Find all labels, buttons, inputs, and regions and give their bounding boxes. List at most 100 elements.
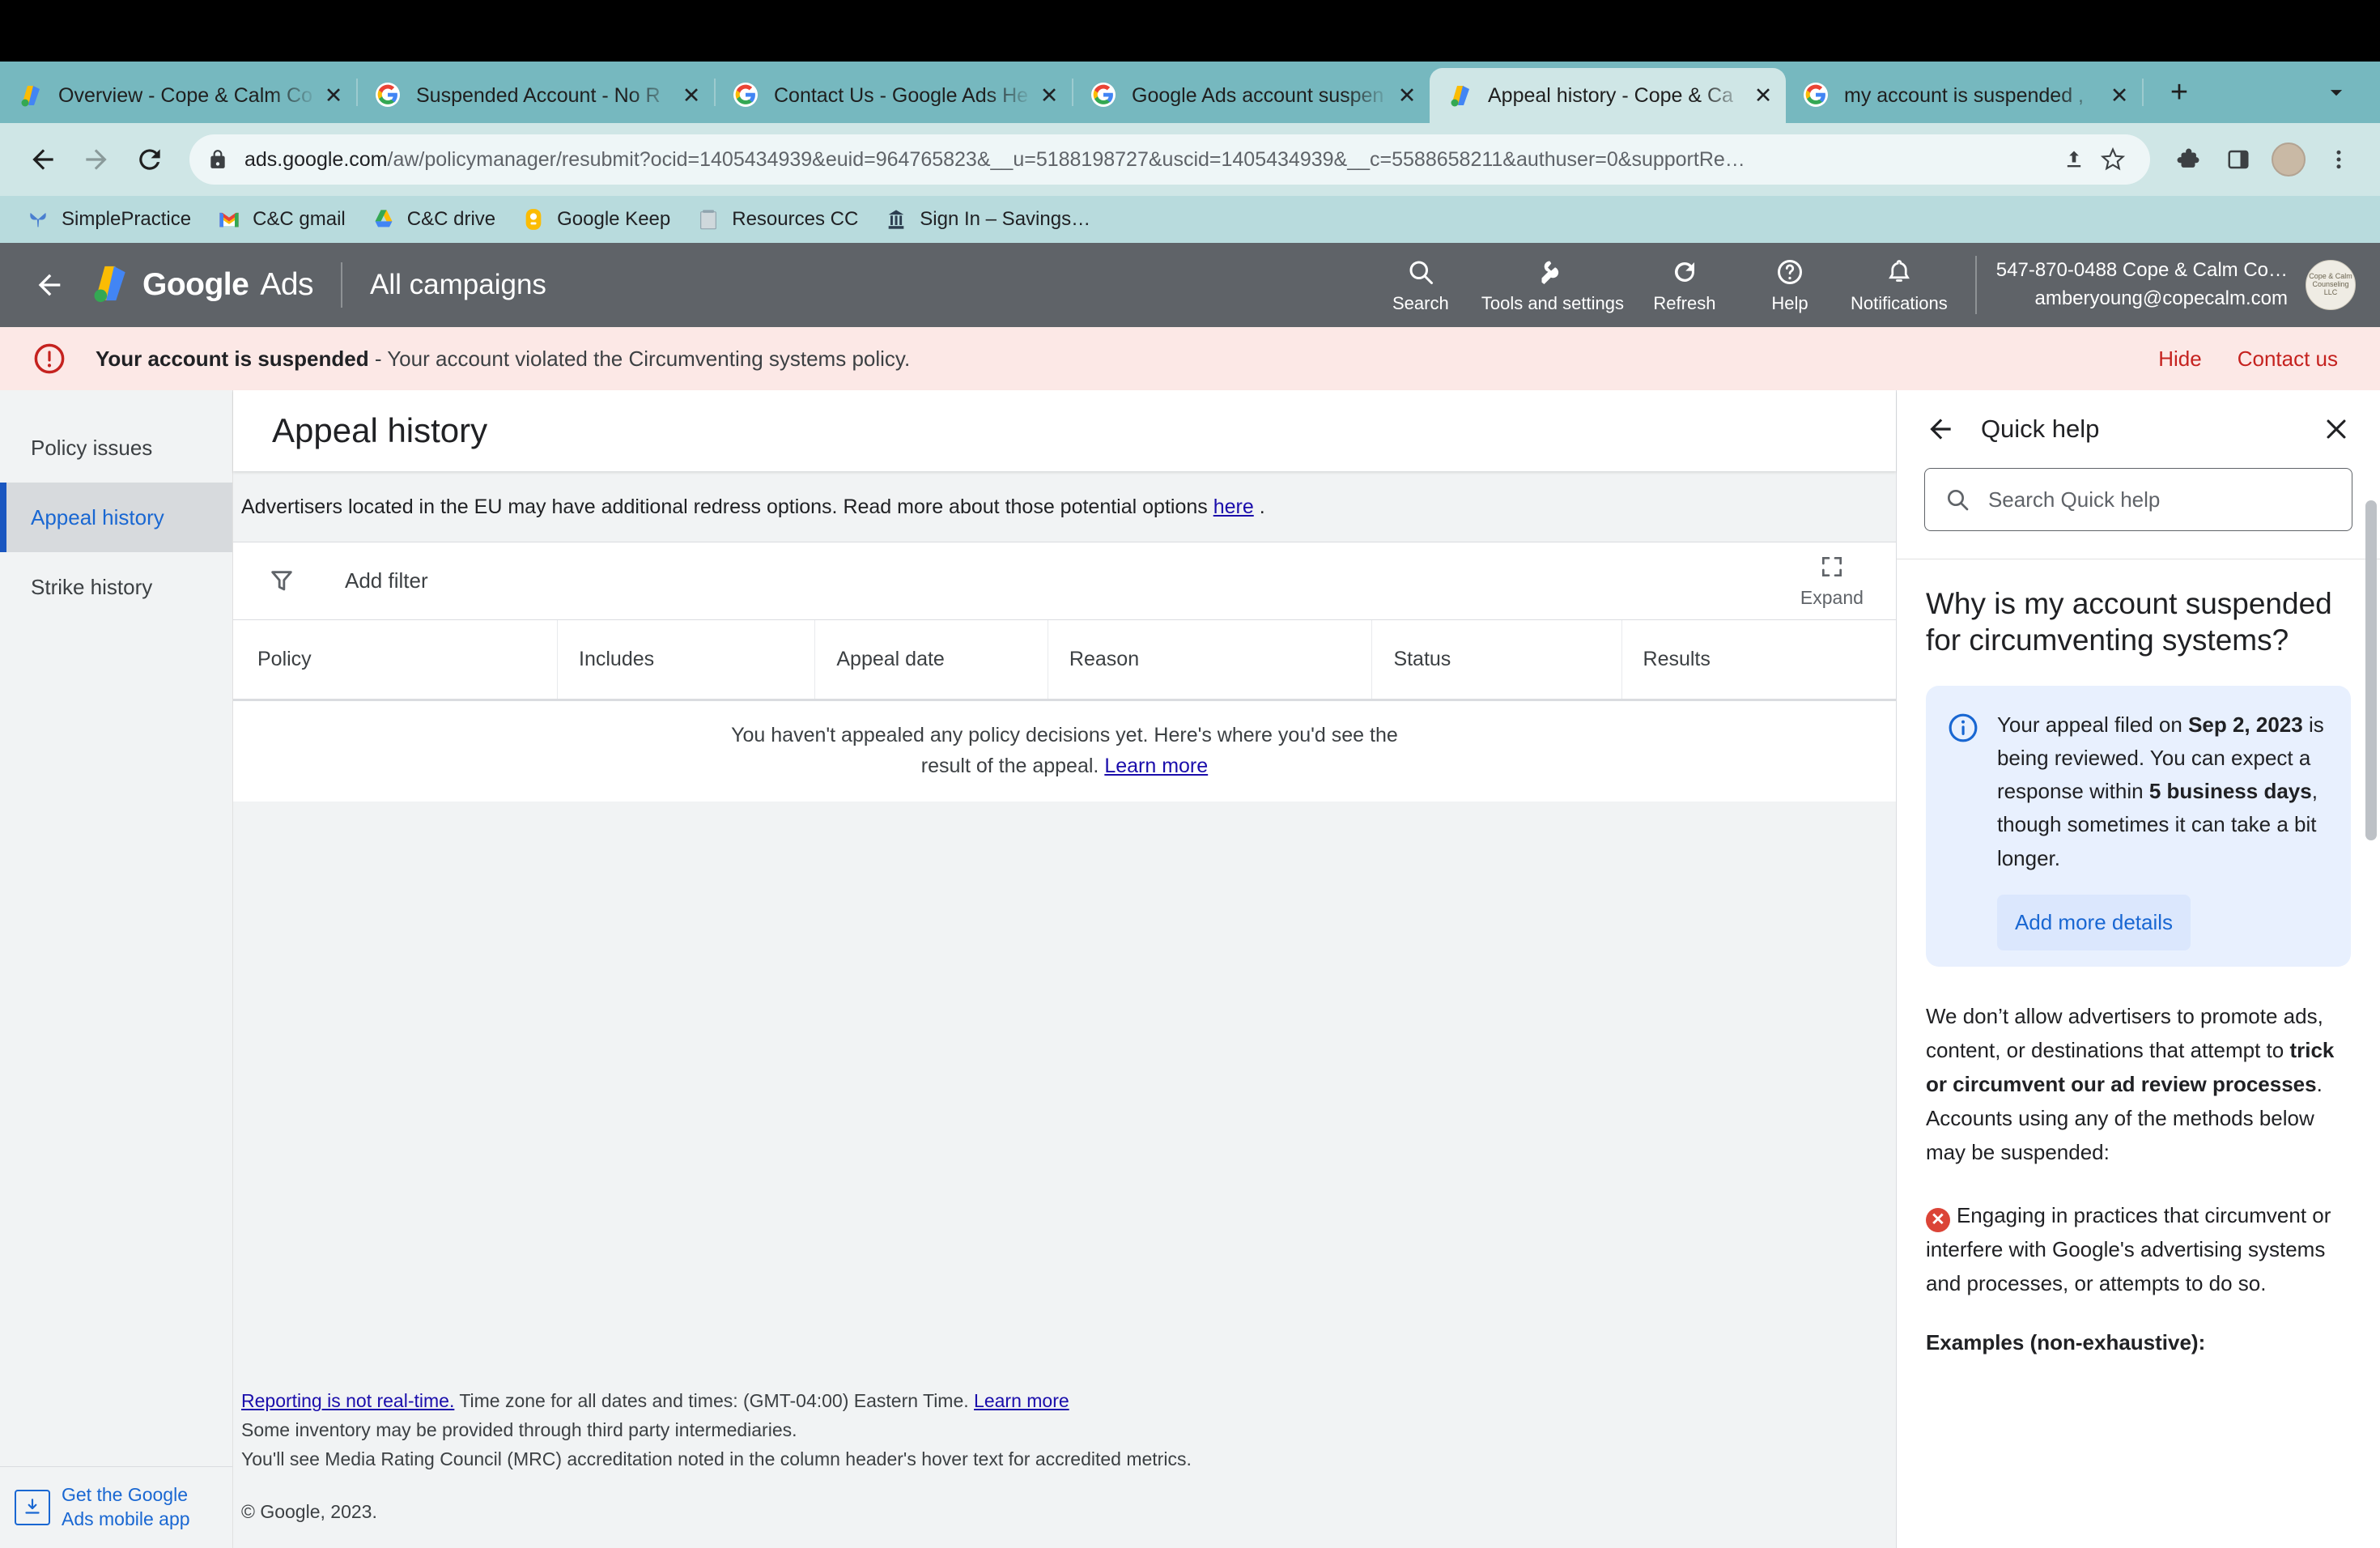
sidebar-item-strike-history[interactable]: Strike history (0, 552, 232, 622)
google-ads-logo[interactable]: Google Ads (89, 262, 314, 308)
browser-tab[interactable]: my account is suspended , ✕ (1786, 68, 2142, 123)
filter-icon[interactable] (261, 568, 303, 595)
quick-help-body[interactable]: Why is my account suspended for circumve… (1896, 559, 2380, 1548)
chevron-down-icon[interactable] (2312, 68, 2361, 117)
app-back-icon[interactable] (24, 260, 74, 310)
browser-tab-active[interactable]: Appeal history - Cope & Ca ✕ (1430, 68, 1786, 123)
bookmark-label: C&C gmail (253, 208, 346, 230)
close-icon[interactable]: ✕ (2103, 79, 2136, 112)
close-icon[interactable]: ✕ (1391, 79, 1423, 112)
breadcrumb[interactable]: All campaigns (370, 269, 546, 301)
tab-title: Google Ads account suspen (1132, 83, 1384, 107)
appeal-status-infobox: Your appeal filed on Sep 2, 2023 is bein… (1925, 686, 2351, 967)
footer-line-3: You'll see Media Rating Council (MRC) ac… (241, 1448, 1192, 1469)
search-button[interactable]: Search (1368, 256, 1473, 314)
divider (341, 262, 343, 308)
bookmarks-bar: SimplePractice C&C gmail C&C drive Googl… (0, 196, 2380, 243)
google-ads-icon (18, 83, 44, 108)
appeal-status-text: Your appeal filed on Sep 2, 2023 is bein… (1996, 708, 2330, 950)
column-header-includes[interactable]: Includes (557, 620, 816, 701)
hide-button[interactable]: Hide (2140, 347, 2219, 372)
browser-toolbar: ads.google.com/aw/policymanager/resubmit… (0, 123, 2380, 196)
column-header-reason[interactable]: Reason (1048, 620, 1373, 701)
refresh-button[interactable]: Refresh (1632, 256, 1737, 314)
divider (1974, 255, 1977, 314)
sidebar-item-policy-issues[interactable]: Policy issues (0, 413, 232, 483)
close-icon[interactable]: ✕ (675, 79, 708, 112)
bookmark-label: Google Keep (557, 208, 671, 230)
close-icon[interactable]: ✕ (317, 79, 350, 112)
account-info[interactable]: 547-870-0488 Cope & Calm Co… amberyoung@… (1996, 257, 2288, 313)
share-icon[interactable] (2055, 140, 2093, 179)
tools-settings-button[interactable]: Tools and settings (1473, 256, 1632, 314)
avatar[interactable]: Cope & Calm Counseling LLC (2306, 259, 2356, 310)
sidebar: Policy issues Appeal history Strike hist… (0, 390, 233, 1548)
side-panel-icon[interactable] (2213, 134, 2263, 185)
policy-description-paragraph: We don’t allow advertisers to promote ad… (1926, 999, 2351, 1170)
column-header-results[interactable]: Results (1621, 620, 1896, 701)
column-header-status[interactable]: Status (1371, 620, 1622, 701)
lock-icon (207, 149, 228, 170)
search-field[interactable] (1923, 468, 2352, 531)
mobile-app-promo-text: Get the Google Ads mobile app (62, 1483, 190, 1532)
close-icon[interactable]: ✕ (1747, 79, 1779, 112)
policy-text-a: We don’t allow advertisers to promote ad… (1925, 1003, 2323, 1062)
column-header-policy[interactable]: Policy (233, 620, 559, 701)
filter-bar: Add filter Expand (233, 542, 1896, 620)
back-icon[interactable] (16, 133, 70, 186)
search-icon (1406, 256, 1435, 288)
mobile-app-promo[interactable]: Get the Google Ads mobile app (0, 1466, 232, 1548)
footer-learn-more-link[interactable]: Learn more (974, 1390, 1069, 1411)
quick-help-title: Quick help (1980, 415, 2100, 443)
contact-us-button[interactable]: Contact us (2220, 347, 2356, 372)
response-window: 5 business days (2148, 779, 2312, 804)
forward-icon[interactable] (70, 133, 123, 186)
browser-tab[interactable]: Overview - Cope & Calm Co ✕ (0, 68, 356, 123)
reload-icon[interactable] (123, 133, 176, 186)
reporting-not-realtime-link[interactable]: Reporting is not real-time. (241, 1390, 454, 1411)
back-icon[interactable] (1918, 406, 1963, 452)
sidebar-item-appeal-history[interactable]: Appeal history (0, 483, 232, 552)
search-input[interactable] (1987, 487, 2332, 512)
notifications-button[interactable]: Notifications (1842, 256, 1956, 314)
address-bar[interactable]: ads.google.com/aw/policymanager/resubmit… (189, 134, 2150, 185)
app-header: Google Ads All campaigns Search Tools and… (0, 243, 2380, 327)
new-tab-button[interactable]: + (2155, 68, 2204, 117)
x-circle-icon: ✕ (1925, 1208, 1950, 1233)
extensions-icon[interactable] (2163, 134, 2213, 185)
appeal-history-card: Add filter Expand Policy Includes Appeal… (233, 542, 1896, 802)
action-label: Refresh (1653, 292, 1716, 313)
browser-tab[interactable]: Contact Us - Google Ads He ✕ (716, 68, 1072, 123)
content-filler (233, 802, 1896, 1388)
add-filter-button[interactable]: Add filter (345, 568, 428, 593)
bookmark-sign-in-savings[interactable]: Sign In – Savings… (871, 201, 1103, 238)
search-icon (1944, 487, 1970, 512)
close-icon[interactable] (2314, 406, 2359, 452)
suspension-text: Your account is suspended - Your account… (96, 347, 910, 372)
add-more-details-button[interactable]: Add more details (1996, 894, 2191, 950)
expand-button[interactable]: Expand (1800, 554, 1864, 609)
help-button[interactable]: Help (1737, 256, 1842, 314)
bookmark-google-keep[interactable]: Google Keep (508, 201, 683, 238)
chrome-menu-icon[interactable] (2314, 134, 2364, 185)
bookmark-resources-cc[interactable]: Resources CC (683, 201, 871, 238)
column-header-appeal-date[interactable]: Appeal date (814, 620, 1048, 701)
google-g-icon (1091, 83, 1117, 108)
eu-notice-link[interactable]: here (1213, 495, 1254, 518)
empty-state-learn-more-link[interactable]: Learn more (1104, 755, 1208, 777)
google-g-icon (733, 83, 759, 108)
avatar[interactable] (2263, 134, 2314, 185)
bullet-text: Engaging in practices that circumvent or… (1925, 1203, 2331, 1296)
window-titlebar-black (0, 0, 2380, 62)
scrollbar-thumb[interactable] (2365, 500, 2377, 840)
header-actions: Search Tools and settings Refresh Help N… (1368, 255, 2356, 314)
refresh-icon (1670, 256, 1699, 288)
bookmark-cc-drive[interactable]: C&C drive (359, 201, 508, 238)
bookmark-simplepractice[interactable]: SimplePractice (13, 201, 204, 238)
close-icon[interactable]: ✕ (1033, 79, 1065, 112)
butterfly-icon (26, 207, 50, 232)
bookmark-cc-gmail[interactable]: C&C gmail (204, 201, 359, 238)
browser-tab[interactable]: Suspended Account - No R ✕ (358, 68, 714, 123)
browser-tab[interactable]: Google Ads account suspen ✕ (1073, 68, 1430, 123)
bookmark-star-icon[interactable] (2093, 140, 2132, 179)
